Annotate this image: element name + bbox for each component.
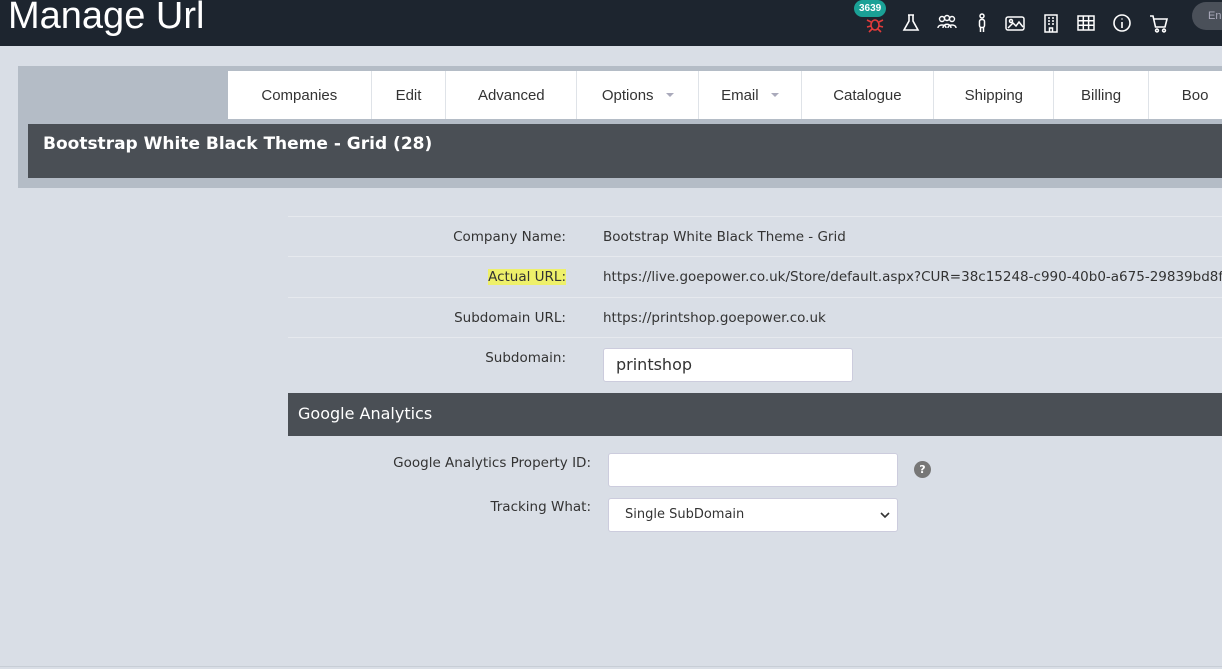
tab-advanced[interactable]: Advanced xyxy=(446,71,578,119)
actual-url-value: https://live.goepower.co.uk/Store/defaul… xyxy=(603,269,1222,285)
company-name-value: Bootstrap White Black Theme - Grid xyxy=(603,229,846,245)
actual-url-label: Actual URL: xyxy=(488,269,566,285)
tracking-what-selected: Single SubDomain xyxy=(625,507,745,522)
image-icon[interactable] xyxy=(1004,12,1026,34)
google-analytics-header: Google Analytics xyxy=(288,393,1222,436)
tab-bar: Companies Edit Advanced Options Email Ca… xyxy=(228,71,1222,119)
chevron-down-icon xyxy=(879,509,891,521)
help-icon[interactable]: ? xyxy=(914,461,931,478)
tab-options[interactable]: Options xyxy=(577,71,700,119)
tracking-what-label: Tracking What: xyxy=(490,499,591,515)
subdomain-input[interactable]: printshop xyxy=(603,348,853,382)
company-name-row: Company Name: Bootstrap White Black Them… xyxy=(288,216,1222,257)
subdomain-label: Subdomain: xyxy=(485,350,566,366)
subdomain-url-value: https://printshop.goepower.co.uk xyxy=(603,310,826,326)
flask-icon[interactable] xyxy=(900,12,922,34)
notification-badge[interactable]: 3639 xyxy=(854,0,887,17)
tab-shipping[interactable]: Shipping xyxy=(934,71,1055,119)
info-icon[interactable] xyxy=(1111,12,1133,34)
tab-email[interactable]: Email xyxy=(699,71,802,119)
tab-catalogue[interactable]: Catalogue xyxy=(802,71,935,119)
user-menu-button[interactable]: En xyxy=(1192,2,1222,30)
actual-url-row: Actual URL: https://live.goepower.co.uk/… xyxy=(288,256,1222,297)
google-analytics-title: Google Analytics xyxy=(298,404,433,423)
page-title: Manage Url xyxy=(8,0,205,37)
footer-divider xyxy=(0,666,1222,667)
company-name-label: Company Name: xyxy=(453,229,566,245)
company-title: Bootstrap White Black Theme - Grid (28) xyxy=(43,134,433,154)
person-icon[interactable] xyxy=(971,12,993,34)
tracking-what-select[interactable]: Single SubDomain xyxy=(608,498,898,532)
top-header: Manage Url 3639 En xyxy=(0,0,1222,46)
grid-icon[interactable] xyxy=(1075,12,1097,34)
tab-edit[interactable]: Edit xyxy=(372,71,447,119)
company-header: Bootstrap White Black Theme - Grid (28) xyxy=(28,124,1222,178)
chevron-down-icon xyxy=(770,93,779,97)
subdomain-url-label: Subdomain URL: xyxy=(454,310,566,326)
subdomain-url-row: Subdomain URL: https://printshop.goepowe… xyxy=(288,297,1222,338)
ga-property-id-input[interactable] xyxy=(608,453,898,487)
users-icon[interactable] xyxy=(936,12,958,34)
tab-companies[interactable]: Companies xyxy=(228,71,372,119)
building-icon[interactable] xyxy=(1040,12,1062,34)
cart-icon[interactable] xyxy=(1148,12,1170,34)
ga-property-id-label: Google Analytics Property ID: xyxy=(393,455,591,471)
tab-billing[interactable]: Billing xyxy=(1054,71,1149,119)
tab-more[interactable]: Boo xyxy=(1149,71,1222,119)
chevron-down-icon xyxy=(665,93,674,97)
